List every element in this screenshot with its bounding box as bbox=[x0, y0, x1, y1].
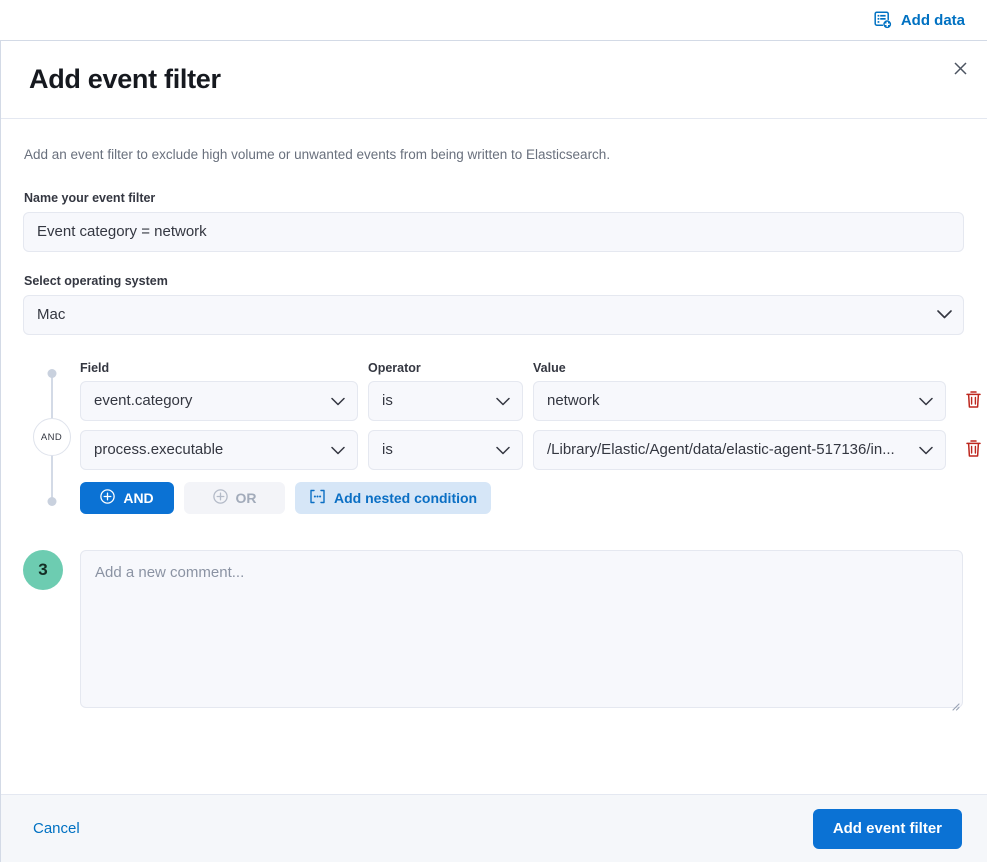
add-data-link[interactable]: Add data bbox=[874, 11, 965, 29]
chevron-down-icon bbox=[331, 392, 345, 409]
add-data-icon bbox=[874, 11, 892, 29]
chevron-down-icon bbox=[496, 392, 510, 409]
field-value-0: event.category bbox=[94, 392, 323, 409]
trash-icon bbox=[965, 390, 982, 412]
add-nested-condition-button[interactable]: Add nested condition bbox=[295, 482, 491, 514]
nested-brackets-icon bbox=[309, 489, 326, 507]
value-value-1: /Library/Elastic/Agent/data/elastic-agen… bbox=[547, 441, 911, 458]
column-header-field: Field bbox=[80, 361, 358, 375]
intro-text: Add an event filter to exclude high volu… bbox=[24, 145, 962, 165]
avatar: 3 bbox=[23, 550, 63, 590]
chevron-down-icon bbox=[496, 441, 510, 458]
column-header-operator: Operator bbox=[368, 361, 523, 375]
condition-row: process.executable is /Lib bbox=[80, 430, 987, 470]
operator-select-0[interactable]: is bbox=[368, 381, 523, 421]
or-button-label: OR bbox=[236, 490, 257, 506]
condition-actions: AND OR bbox=[80, 482, 987, 514]
column-header-value: Value bbox=[533, 361, 946, 375]
flyout-footer: Cancel Add event filter bbox=[1, 794, 987, 862]
operator-value-0: is bbox=[382, 392, 488, 409]
chevron-down-icon bbox=[919, 392, 933, 409]
add-data-label: Add data bbox=[901, 12, 965, 29]
condition-column-headers: Field Operator Value bbox=[80, 361, 987, 375]
column-header-spacer bbox=[956, 361, 987, 375]
operator-select-1[interactable]: is bbox=[368, 430, 523, 470]
condition-builder: AND Field Operator Value event.category bbox=[23, 361, 962, 514]
plus-circle-icon bbox=[100, 489, 115, 507]
comment-textarea[interactable] bbox=[80, 550, 963, 708]
flyout-header: Add event filter bbox=[1, 41, 987, 119]
submit-add-event-filter-button[interactable]: Add event filter bbox=[813, 809, 962, 849]
comment-input-wrapper bbox=[80, 550, 963, 713]
trash-icon bbox=[965, 439, 982, 461]
operating-system-value: Mac bbox=[37, 306, 65, 323]
add-or-condition-button[interactable]: OR bbox=[184, 482, 285, 514]
flyout-body: Add an event filter to exclude high volu… bbox=[1, 119, 987, 794]
operator-value-1: is bbox=[382, 441, 488, 458]
app-root: Add data Add event filter Add an event f… bbox=[0, 0, 987, 862]
close-icon bbox=[954, 62, 967, 78]
chevron-down-icon bbox=[331, 441, 345, 458]
os-select-wrapper: Mac bbox=[23, 295, 964, 335]
page-title: Add event filter bbox=[29, 64, 221, 95]
top-bar: Add data bbox=[0, 0, 987, 40]
event-filter-name-input[interactable] bbox=[23, 212, 964, 252]
delete-condition-button-0[interactable] bbox=[956, 384, 987, 418]
plus-circle-icon bbox=[213, 489, 228, 507]
cancel-button[interactable]: Cancel bbox=[33, 820, 80, 837]
os-field-group: Select operating system Mac bbox=[23, 274, 962, 335]
and-connector-gutter: AND bbox=[23, 361, 80, 514]
delete-condition-button-1[interactable] bbox=[956, 433, 987, 467]
field-select-0[interactable]: event.category bbox=[80, 381, 358, 421]
value-value-0: network bbox=[547, 392, 911, 409]
and-connector-badge: AND bbox=[33, 418, 71, 456]
add-event-filter-flyout: Add event filter Add an event filter to … bbox=[0, 40, 987, 862]
connector-dot-bottom bbox=[47, 497, 56, 506]
field-select-1[interactable]: process.executable bbox=[80, 430, 358, 470]
nested-button-label: Add nested condition bbox=[334, 490, 477, 506]
operating-system-select[interactable]: Mac bbox=[23, 295, 964, 335]
close-button[interactable] bbox=[944, 54, 976, 86]
chevron-down-icon bbox=[919, 441, 933, 458]
os-field-label: Select operating system bbox=[24, 274, 962, 288]
name-field-group: Name your event filter bbox=[23, 191, 962, 252]
and-button-label: AND bbox=[123, 490, 153, 506]
condition-area: Field Operator Value event.category bbox=[80, 361, 987, 514]
connector-dot-top bbox=[47, 369, 56, 378]
name-field-label: Name your event filter bbox=[24, 191, 962, 205]
add-and-condition-button[interactable]: AND bbox=[80, 482, 174, 514]
value-select-1[interactable]: /Library/Elastic/Agent/data/elastic-agen… bbox=[533, 430, 946, 470]
field-value-1: process.executable bbox=[94, 441, 323, 458]
comment-block: 3 bbox=[23, 550, 962, 713]
condition-row: event.category is network bbox=[80, 381, 987, 421]
value-select-0[interactable]: network bbox=[533, 381, 946, 421]
